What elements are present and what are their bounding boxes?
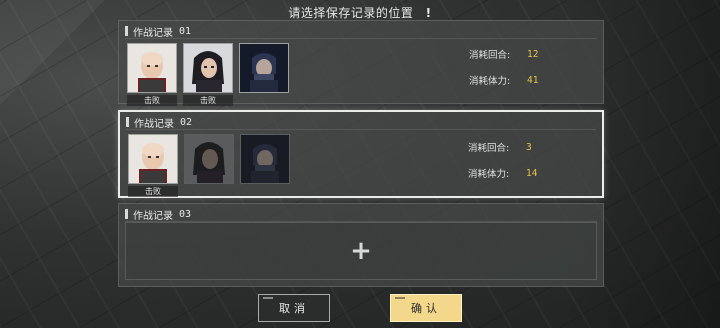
empty-slot-area[interactable]: + <box>125 222 597 280</box>
stat-label: 消耗回合: <box>469 50 511 61</box>
character-slot <box>239 43 291 106</box>
stamina-stat: 消耗体力: 41 <box>469 71 589 89</box>
plus-icon[interactable]: + <box>350 238 372 264</box>
character-slot: 击败 <box>183 43 235 106</box>
confirm-button[interactable]: 确认 <box>390 294 462 322</box>
slot-header: 作战记录 02 <box>126 115 596 130</box>
armored-masked-portrait <box>239 43 289 93</box>
dark-haired-woman-portrait <box>183 43 233 93</box>
rounds-stat: 消耗回合: 12 <box>469 45 589 63</box>
slot-marker <box>126 117 129 127</box>
stat-value: 41 <box>527 74 539 86</box>
cancel-button[interactable]: 取消 <box>258 294 330 322</box>
slot-number: 01 <box>179 25 192 37</box>
confirm-label: 确认 <box>411 302 441 315</box>
stat-label: 消耗回合: <box>468 143 510 154</box>
character-slot: 击败 <box>127 43 179 106</box>
bald-man-portrait <box>128 134 178 184</box>
slot-header: 作战记录 01 <box>125 24 597 39</box>
slot-label: 作战记录 <box>134 118 174 130</box>
slot-number: 02 <box>180 116 193 128</box>
slot-stats: 消耗回合: 12 消耗体力: 41 <box>469 45 589 97</box>
bald-man-portrait <box>127 43 177 93</box>
status-label: 击败 <box>183 95 233 106</box>
character-slot: 击败 <box>128 134 180 197</box>
stat-label: 消耗体力: <box>469 76 511 87</box>
stamina-stat: 消耗体力: 14 <box>468 164 588 182</box>
character-portraits: 击败 击败 <box>127 43 291 106</box>
save-slot-01[interactable]: 作战记录 01 击败 击败 消耗回合: 12 消耗体力: 41 <box>118 20 604 106</box>
button-corner-decoration <box>263 297 273 299</box>
character-slot <box>184 134 236 197</box>
exclamation-icon: ! <box>425 6 432 20</box>
save-slot-03[interactable]: 作战记录 03 + <box>118 203 604 287</box>
save-slot-02[interactable]: 作战记录 02 击败 消耗回合: 3 消耗体力: 14 <box>118 110 604 198</box>
stat-value: 3 <box>526 141 532 153</box>
slot-stats: 消耗回合: 3 消耗体力: 14 <box>468 138 588 190</box>
button-corner-decoration <box>395 297 405 299</box>
slot-marker <box>125 209 128 219</box>
character-slot <box>240 134 292 197</box>
rounds-stat: 消耗回合: 3 <box>468 138 588 156</box>
stat-label: 消耗体力: <box>468 169 510 180</box>
armored-masked-portrait <box>240 134 290 184</box>
slot-marker <box>125 26 128 36</box>
slot-header: 作战记录 03 <box>125 207 597 222</box>
slot-number: 03 <box>179 208 192 220</box>
slot-label: 作战记录 <box>133 210 173 222</box>
status-label: 击败 <box>128 186 178 197</box>
stat-value: 12 <box>527 48 539 60</box>
prompt-text: 请选择保存记录的位置 <box>288 6 414 20</box>
dark-haired-woman-portrait <box>184 134 234 184</box>
status-label: 击败 <box>127 95 177 106</box>
stat-value: 14 <box>526 167 538 179</box>
slot-label: 作战记录 <box>133 27 173 39</box>
cancel-label: 取消 <box>279 302 309 315</box>
save-location-prompt: 请选择保存记录的位置 ! <box>0 4 720 21</box>
character-portraits: 击败 <box>128 134 292 197</box>
